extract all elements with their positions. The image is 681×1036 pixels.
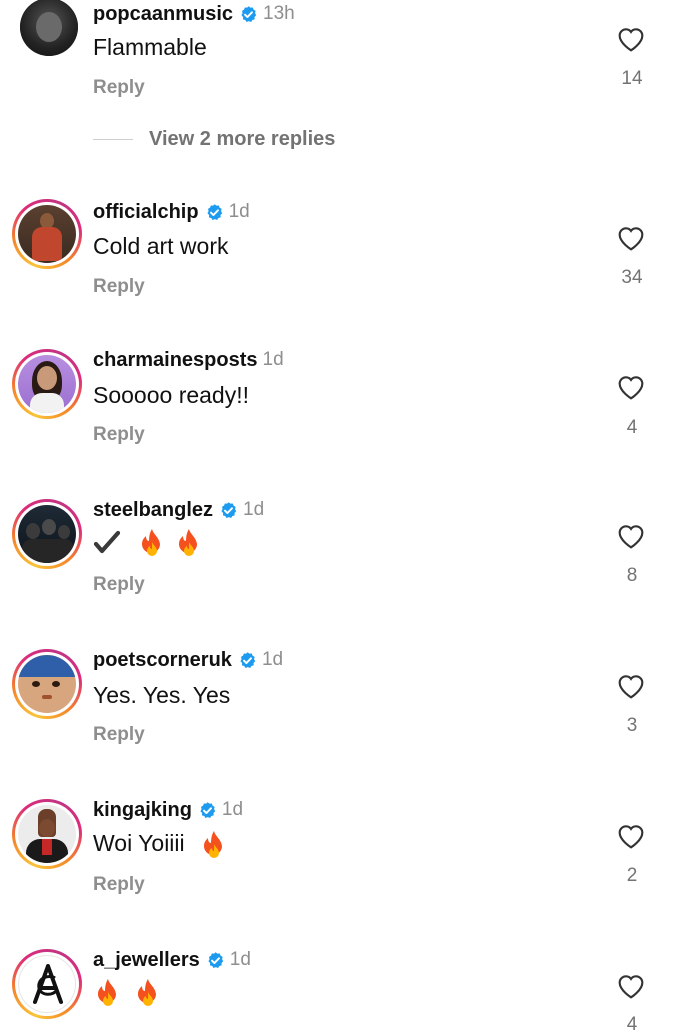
divider-line: [93, 139, 133, 140]
avatar[interactable]: [20, 0, 78, 56]
username[interactable]: kingajking: [93, 799, 192, 822]
like-count: 2: [626, 865, 638, 886]
view-more-replies-label: View 2 more replies: [149, 128, 336, 150]
comment-header: poetscorneruk 1d: [93, 648, 283, 672]
like-count: 34: [621, 267, 643, 288]
avatar[interactable]: [12, 499, 82, 569]
fire-emoji: [135, 978, 161, 1008]
username[interactable]: charmainesposts: [93, 349, 258, 372]
comment-time: 1d: [228, 201, 250, 222]
like-count: 14: [621, 68, 643, 89]
comment-time: 1d: [221, 799, 244, 820]
comment-text: [93, 978, 161, 1008]
heart-outline-icon[interactable]: [614, 371, 650, 403]
comment-text: Yes. Yes. Yes: [93, 682, 231, 708]
verified-badge-icon: [198, 801, 217, 820]
avatar[interactable]: [12, 199, 82, 269]
reply-button[interactable]: Reply: [93, 724, 145, 746]
username[interactable]: poetscorneruk: [93, 649, 232, 672]
comment-header: a_jewellers 1d: [93, 948, 251, 972]
username[interactable]: popcaanmusic: [93, 3, 233, 26]
comment-time: 1d: [229, 949, 251, 970]
comment-header: steelbanglez 1d: [93, 498, 264, 522]
heart-outline-icon[interactable]: [614, 670, 650, 702]
avatar[interactable]: [12, 949, 82, 1019]
comment-text: Cold art work: [93, 233, 229, 259]
reply-button[interactable]: Reply: [93, 77, 145, 99]
comment-text: Flammable: [93, 34, 207, 60]
reply-button[interactable]: Reply: [93, 424, 145, 446]
comment-header: kingajking 1d: [93, 798, 243, 822]
fire-emoji: [176, 528, 202, 558]
comment-text-row: Woi Yoiiii: [93, 830, 227, 860]
like-count: 4: [626, 417, 638, 438]
heart-outline-icon[interactable]: [614, 970, 650, 1002]
verified-badge-icon: [238, 651, 257, 670]
verified-badge-icon: [206, 951, 225, 970]
avatar[interactable]: [12, 649, 82, 719]
comment-time: 1d: [243, 499, 265, 520]
fire-emoji: [95, 978, 121, 1008]
avatar[interactable]: [12, 349, 82, 419]
check-mark-emoji: [93, 530, 121, 556]
verified-badge-icon: [219, 501, 238, 520]
username[interactable]: officialchip: [93, 201, 199, 224]
comment-text: [93, 528, 202, 558]
heart-outline-icon[interactable]: [614, 520, 650, 552]
view-more-replies-button[interactable]: View 2 more replies: [93, 128, 335, 151]
fire-emoji: [139, 528, 165, 558]
reply-button[interactable]: Reply: [93, 874, 145, 896]
heart-outline-icon[interactable]: [614, 23, 650, 55]
fire-emoji: [201, 830, 227, 860]
like-count: 3: [626, 715, 638, 736]
comment-header: officialchip 1d: [93, 200, 250, 224]
heart-outline-icon[interactable]: [614, 820, 650, 852]
comment-text: Woi Yoiiii: [93, 830, 185, 857]
comment-header: charmainesposts 1d: [93, 348, 284, 372]
comment-header: popcaanmusic 13h: [93, 2, 295, 26]
verified-badge-icon: [205, 203, 224, 222]
comment-time: 1d: [261, 649, 284, 670]
comment-time: 1d: [262, 349, 284, 370]
like-count: 4: [626, 1014, 638, 1035]
like-count: 8: [626, 565, 638, 586]
comment-time: 13h: [263, 3, 295, 24]
avatar[interactable]: [12, 799, 82, 869]
reply-button[interactable]: Reply: [93, 574, 145, 596]
comment-text: Sooooo ready!!: [93, 382, 250, 408]
username[interactable]: steelbanglez: [93, 499, 213, 522]
heart-outline-icon[interactable]: [614, 222, 650, 254]
reply-button[interactable]: Reply: [93, 276, 145, 298]
verified-badge-icon: [239, 5, 258, 24]
username[interactable]: a_jewellers: [93, 949, 200, 972]
